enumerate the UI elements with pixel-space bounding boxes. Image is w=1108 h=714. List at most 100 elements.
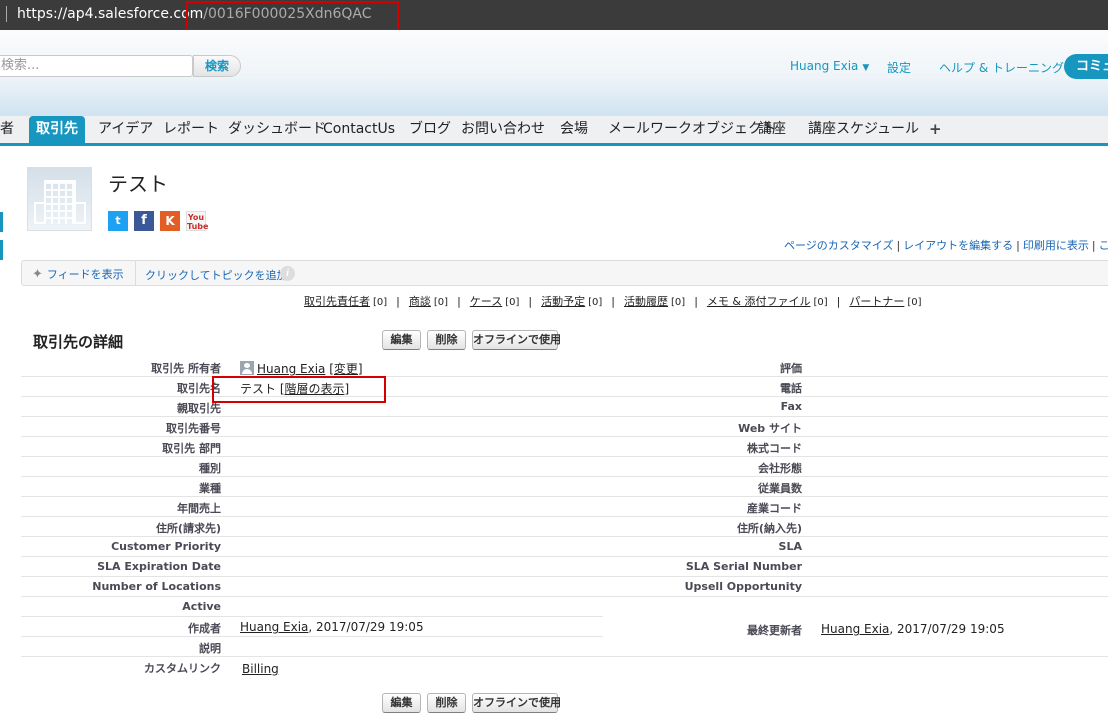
related-link-partners[interactable]: パートナー bbox=[849, 295, 904, 308]
related-count: [0] bbox=[588, 297, 603, 308]
community-button[interactable]: コミュ bbox=[1064, 54, 1108, 79]
field-label-annual-revenue: 年間売上 bbox=[177, 502, 221, 515]
divider: | bbox=[611, 295, 616, 308]
customize-page-link[interactable]: ページのカスタマイズ bbox=[784, 239, 893, 252]
table-row: Number of Locations Upsell Opportunity bbox=[21, 577, 1108, 597]
related-link-opportunities[interactable]: 商談 bbox=[409, 295, 431, 308]
feed-bar: ✦ フィードを表示 クリックしてトピックを追加: i bbox=[21, 260, 1108, 286]
detail-section-title: 取引先の詳細 bbox=[33, 333, 124, 351]
browser-url-bar[interactable]: https://ap4.salesforce.com/0016F000025Xd… bbox=[0, 0, 1108, 31]
table-row: 親取引先 Fax bbox=[21, 397, 1108, 417]
url-bar-separator bbox=[6, 6, 7, 22]
tab-inquiries[interactable]: お問い合わせ bbox=[461, 116, 545, 143]
change-owner-link[interactable]: [変更] bbox=[329, 362, 362, 376]
related-link-notes-attachments[interactable]: メモ & 添付ファイル bbox=[707, 295, 811, 308]
related-count: [0] bbox=[373, 297, 388, 308]
table-row: 説明 bbox=[21, 637, 1108, 657]
klout-icon[interactable]: K bbox=[160, 211, 180, 231]
divider: | bbox=[528, 295, 533, 308]
plus-icon[interactable]: + bbox=[929, 116, 942, 143]
table-row: 作成者 Huang Exia, 2017/07/29 19:05 最終更新者 H… bbox=[21, 617, 1108, 637]
field-label-industry: 業種 bbox=[199, 482, 221, 495]
divider: | bbox=[836, 295, 841, 308]
facebook-icon[interactable]: f bbox=[134, 211, 154, 231]
related-link-open-activities[interactable]: 活動予定 bbox=[541, 295, 585, 308]
field-label-created-by: 作成者 bbox=[188, 622, 221, 635]
related-link-activity-history[interactable]: 活動履歴 bbox=[624, 295, 668, 308]
table-row: カスタムリンク Billing bbox=[21, 657, 1108, 681]
table-row: 業種 従業員数 bbox=[21, 477, 1108, 497]
help-page-link[interactable]: このペー bbox=[1099, 239, 1108, 252]
tab-blog[interactable]: ブログ bbox=[409, 116, 451, 143]
divider: | bbox=[1016, 239, 1020, 252]
user-menu[interactable]: Huang Exia ▼ bbox=[790, 59, 869, 73]
delete-button[interactable]: 削除 bbox=[427, 330, 466, 350]
field-label-account-site: 取引先 部門 bbox=[162, 442, 221, 455]
building-body bbox=[44, 180, 76, 224]
chevron-down-icon: ▼ bbox=[862, 63, 870, 73]
field-value-custom-links: Billing bbox=[242, 662, 279, 676]
related-count: [0] bbox=[671, 297, 686, 308]
tab-ideas[interactable]: アイデア bbox=[98, 116, 153, 143]
related-count: [0] bbox=[433, 297, 449, 308]
tab-reports[interactable]: レポート bbox=[163, 116, 219, 143]
divider bbox=[135, 261, 136, 285]
related-count: [0] bbox=[813, 297, 828, 308]
printable-view-link[interactable]: 印刷用に表示 bbox=[1023, 239, 1089, 252]
delete-button-bottom[interactable]: 削除 bbox=[427, 693, 466, 713]
field-value-created-by: Huang Exia, 2017/07/29 19:05 bbox=[240, 620, 424, 634]
table-row: Customer Priority SLA bbox=[21, 537, 1108, 557]
edit-button-bottom[interactable]: 編集 bbox=[382, 693, 421, 713]
related-link-contacts[interactable]: 取引先責任者 bbox=[304, 295, 370, 308]
table-row: 取引先番号 Web サイト bbox=[21, 417, 1108, 437]
twitter-icon[interactable]: t bbox=[108, 211, 128, 231]
help-training-link[interactable]: ヘルプ & トレーニング bbox=[939, 59, 1064, 76]
offline-use-button-bottom[interactable]: オフラインで使用 bbox=[472, 693, 561, 713]
related-link-cases[interactable]: ケース bbox=[470, 295, 502, 308]
created-by-user-link[interactable]: Huang Exia bbox=[240, 620, 308, 634]
field-label-employees: 従業員数 bbox=[758, 482, 802, 495]
tab-mail-work-object[interactable]: メールワークオブジェクト bbox=[608, 116, 776, 143]
field-label-sla: SLA bbox=[778, 540, 802, 553]
sidebar-handle-mark bbox=[0, 240, 3, 260]
tab-partial[interactable]: 者 bbox=[0, 116, 14, 143]
show-feed-link[interactable]: ✦ フィードを表示 bbox=[32, 266, 124, 282]
tab-course-schedule[interactable]: 講座スケジュール bbox=[808, 116, 919, 143]
field-label-website: Web サイト bbox=[738, 422, 802, 435]
table-row: 取引先名 テスト [階層の表示] 電話 bbox=[21, 377, 1108, 397]
tab-contactus[interactable]: ContactUs bbox=[323, 116, 395, 143]
user-name: Huang Exia bbox=[790, 59, 859, 73]
offline-use-button[interactable]: オフラインで使用 bbox=[472, 330, 561, 350]
table-row: 取引先 部門 株式コード bbox=[21, 437, 1108, 457]
field-label-sla-expiration: SLA Expiration Date bbox=[97, 560, 221, 573]
account-name-highlight-box bbox=[212, 376, 386, 403]
created-date: , 2017/07/29 19:05 bbox=[308, 620, 424, 634]
billing-custom-link[interactable]: Billing bbox=[242, 662, 279, 676]
search-input[interactable]: 検索... bbox=[0, 55, 193, 77]
building-wing bbox=[76, 202, 86, 224]
edit-layout-link[interactable]: レイアウトを編集する bbox=[903, 239, 1013, 252]
detail-table: 取引先 所有者 Huang Exia [変更] 評価 取引先名 テスト [階層の… bbox=[21, 357, 1108, 681]
tab-venues[interactable]: 会場 bbox=[560, 116, 588, 143]
field-value-last-modified: Huang Exia, 2017/07/29 19:05 bbox=[821, 622, 1005, 636]
info-icon[interactable]: i bbox=[280, 266, 295, 281]
search-button[interactable]: 検索 bbox=[193, 55, 241, 77]
youtube-icon-text-top: You bbox=[187, 213, 205, 222]
tab-accounts[interactable]: 取引先 bbox=[29, 116, 85, 143]
edit-button[interactable]: 編集 bbox=[382, 330, 421, 350]
field-label-rating: 評価 bbox=[780, 362, 802, 375]
add-topic-link[interactable]: クリックしてトピックを追加: bbox=[145, 267, 291, 283]
tab-dashboards[interactable]: ダッシュボード bbox=[228, 116, 326, 143]
field-label-active: Active bbox=[182, 600, 221, 613]
table-row: 住所(請求先) 住所(納入先) bbox=[21, 517, 1108, 537]
url-highlight-box bbox=[186, 1, 399, 31]
field-label-customer-priority: Customer Priority bbox=[111, 540, 221, 553]
settings-link[interactable]: 設定 bbox=[887, 59, 911, 76]
field-label-phone: 電話 bbox=[780, 382, 802, 395]
modified-by-user-link[interactable]: Huang Exia bbox=[821, 622, 889, 636]
field-label-ticker: 株式コード bbox=[747, 442, 802, 455]
youtube-icon[interactable]: You Tube bbox=[186, 211, 208, 231]
left-sidebar-handle[interactable] bbox=[0, 160, 3, 320]
owner-link[interactable]: Huang Exia bbox=[257, 362, 325, 376]
tab-courses[interactable]: 講座 bbox=[758, 116, 786, 143]
